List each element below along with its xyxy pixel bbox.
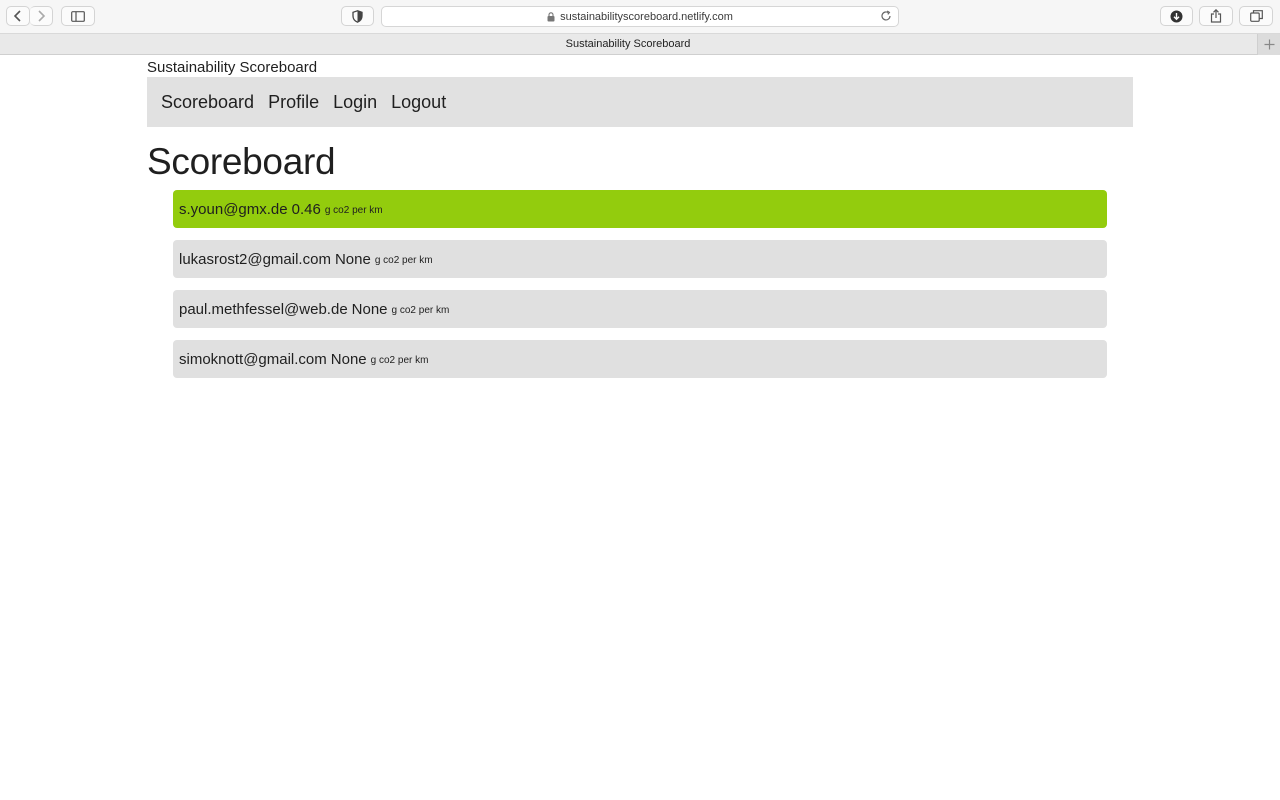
- download-icon: [1170, 10, 1183, 22]
- new-tab-button[interactable]: [1257, 34, 1280, 55]
- tab-active[interactable]: Sustainability Scoreboard: [0, 34, 1256, 55]
- sidebar-toggle-button[interactable]: [61, 6, 95, 26]
- page-content: Sustainability Scoreboard Scoreboard Pro…: [147, 56, 1133, 390]
- nav-link-logout[interactable]: Logout: [391, 92, 446, 113]
- privacy-shield-button[interactable]: [341, 6, 374, 26]
- shield-icon: [352, 9, 363, 23]
- tab-overview-button[interactable]: [1239, 6, 1273, 26]
- list-item: paul.methfessel@web.de None g co2 per km: [173, 290, 1107, 328]
- score-unit: g co2 per km: [391, 304, 450, 316]
- lock-icon: [547, 11, 555, 22]
- downloads-button[interactable]: [1160, 6, 1193, 26]
- score-unit: g co2 per km: [374, 254, 433, 266]
- nav-link-scoreboard[interactable]: Scoreboard: [161, 92, 254, 113]
- url-text: sustainabilityscoreboard.netlify.com: [560, 10, 733, 23]
- user-email: simoknott@gmail.com: [179, 350, 327, 368]
- back-button[interactable]: [6, 6, 30, 26]
- browser-toolbar: sustainabilityscoreboard.netlify.com: [0, 0, 1280, 34]
- site-title: Sustainability Scoreboard: [147, 59, 318, 76]
- user-email: paul.methfessel@web.de: [179, 300, 348, 318]
- score-value: None: [330, 350, 367, 368]
- reload-icon[interactable]: [880, 10, 892, 25]
- address-bar[interactable]: sustainabilityscoreboard.netlify.com: [381, 6, 899, 27]
- plus-icon: [1264, 39, 1274, 50]
- scoreboard-list: s.youn@gmx.de 0.46 g co2 per km lukasros…: [173, 190, 1107, 378]
- tabs-icon: [1249, 10, 1263, 22]
- list-item: lukasrost2@gmail.com None g co2 per km: [173, 240, 1107, 278]
- chevron-right-icon: [38, 10, 46, 22]
- score-value: 0.46: [291, 200, 321, 218]
- score-value: None: [351, 300, 388, 318]
- main-nav: Scoreboard Profile Login Logout: [147, 77, 1133, 127]
- share-button[interactable]: [1199, 6, 1233, 26]
- nav-link-profile[interactable]: Profile: [268, 92, 319, 113]
- tab-title-text: Sustainability Scoreboard: [565, 38, 691, 50]
- user-email: lukasrost2@gmail.com: [179, 250, 331, 268]
- chevron-left-icon: [13, 10, 21, 22]
- forward-button[interactable]: [30, 6, 53, 26]
- tab-bar: Sustainability Scoreboard: [0, 34, 1280, 55]
- list-item: s.youn@gmx.de 0.46 g co2 per km: [173, 190, 1107, 228]
- share-icon: [1210, 9, 1222, 23]
- page-title: Scoreboard: [147, 141, 336, 182]
- nav-link-login[interactable]: Login: [333, 92, 377, 113]
- score-unit: g co2 per km: [370, 354, 429, 366]
- user-email: s.youn@gmx.de: [179, 200, 288, 218]
- sidebar-icon: [71, 10, 85, 22]
- score-unit: g co2 per km: [324, 204, 383, 216]
- score-value: None: [334, 250, 371, 268]
- list-item: simoknott@gmail.com None g co2 per km: [173, 340, 1107, 378]
